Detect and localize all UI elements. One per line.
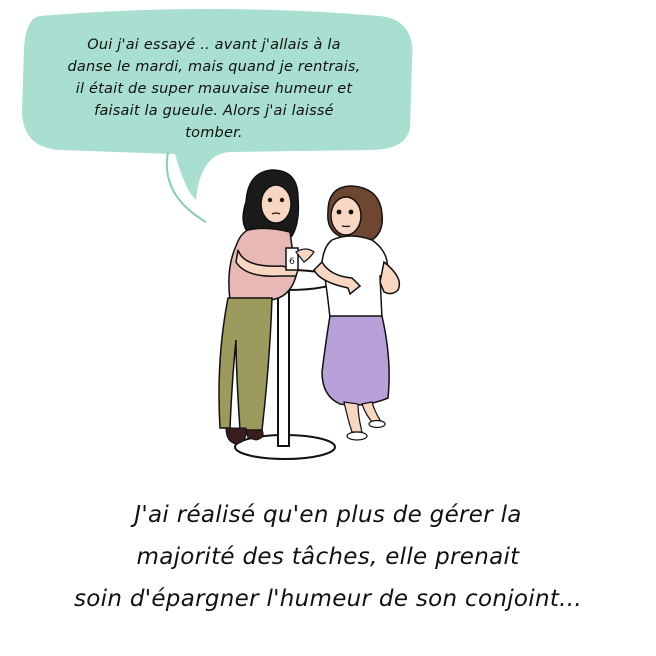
woman-right-shoe (346, 431, 368, 441)
drinks: 6 (285, 247, 315, 271)
woman-right-face (330, 196, 362, 236)
speech-line: danse le mardi, mais quand je rentrais, (67, 59, 361, 75)
comic-panel: 6 Oui j'ai essayé .. avant j'allais à la… (0, 0, 656, 656)
woman-right (313, 185, 401, 441)
woman-right-arm-back (379, 260, 401, 295)
caption-line: majorité des tâches, elle prenait (136, 544, 520, 570)
svg-text:6: 6 (289, 257, 295, 267)
woman-left-pants (218, 297, 273, 431)
speech-line: faisait la gueule. Alors j'ai laissé (94, 103, 334, 119)
table-pole (277, 285, 290, 447)
speech-line: il était de super mauvaise humeur et (75, 81, 353, 97)
woman-left-face (260, 184, 292, 224)
speech-line: tomber. (185, 125, 243, 141)
woman-right-skirt (321, 315, 390, 406)
speech-line: Oui j'ai essayé .. avant j'allais à la (87, 37, 341, 53)
caption-line: J'ai réalisé qu'en plus de gérer la (134, 502, 522, 528)
narration-caption: J'ai réalisé qu'en plus de gérer la majo… (0, 494, 656, 620)
speech-bubble-text: Oui j'ai essayé .. avant j'allais à la d… (34, 34, 394, 144)
caption-line: soin d'épargner l'humeur de son conjoint… (74, 586, 582, 612)
